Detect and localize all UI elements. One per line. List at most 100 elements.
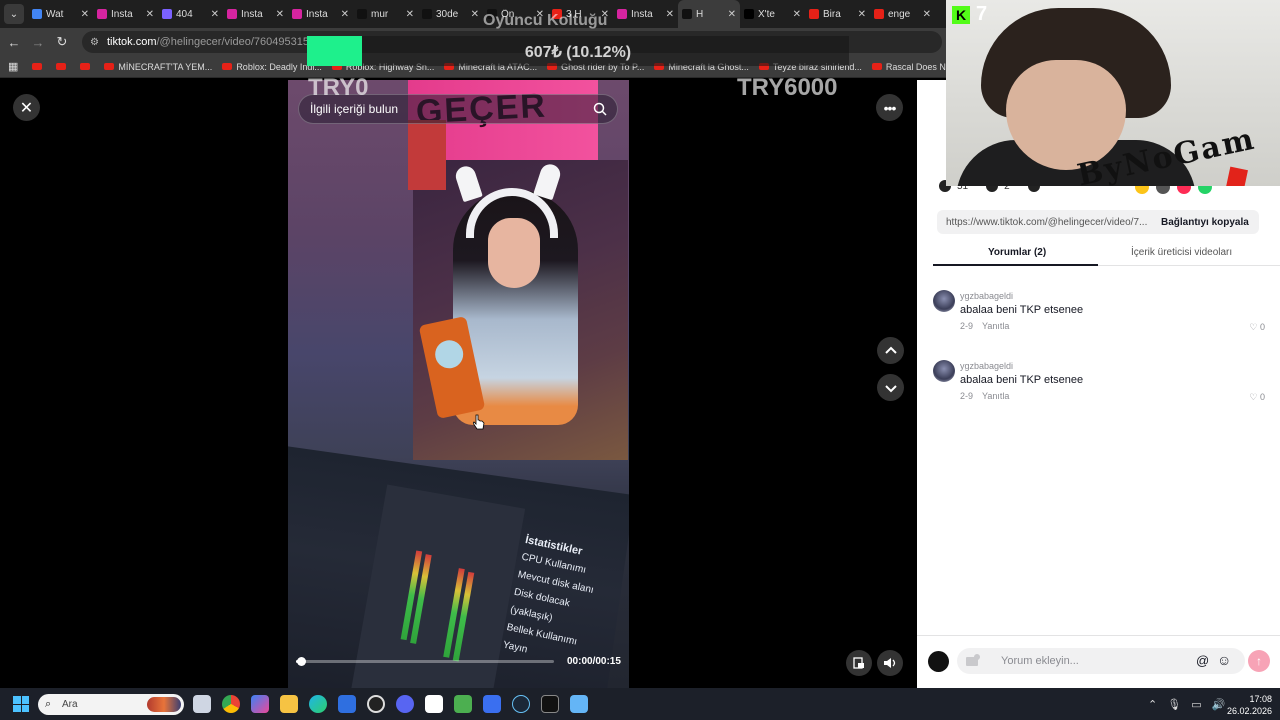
tab-close-icon[interactable]: ✕	[728, 9, 736, 20]
site-info-icon[interactable]: ⚙	[90, 37, 99, 48]
browser-tab[interactable]: 404 ✕	[158, 0, 223, 28]
youtube-icon	[32, 63, 43, 70]
copy-link-button[interactable]: Bağlantıyı kopyala	[1151, 217, 1249, 228]
steam-icon[interactable]	[512, 695, 530, 713]
tab-close-icon[interactable]: ✕	[793, 9, 801, 20]
network-icon[interactable]: ▭	[1191, 698, 1201, 711]
brand-accent	[1222, 166, 1248, 186]
tab-close-icon[interactable]: ✕	[858, 9, 866, 20]
tab-creator-videos[interactable]: İçerik üreticisi videoları	[1131, 247, 1232, 258]
capcut-icon[interactable]	[425, 695, 443, 713]
heart-outline-icon: ♡	[1249, 322, 1258, 332]
tab-favicon-icon	[744, 9, 754, 19]
video-player[interactable]: GEÇER İstatistikler CPU KullanımıMevcut …	[288, 80, 629, 688]
bookmark-item[interactable]	[32, 63, 46, 70]
tab-close-icon[interactable]: ✕	[276, 9, 284, 20]
emoji-icon[interactable]: ☺	[1217, 652, 1231, 668]
task-view-icon[interactable]	[193, 695, 211, 713]
tab-title: Insta	[306, 8, 328, 20]
reload-icon[interactable]: ↻	[52, 32, 72, 52]
tab-close-icon[interactable]: ✕	[81, 9, 89, 20]
minecraft-icon[interactable]	[454, 695, 472, 713]
edge-icon[interactable]	[309, 695, 327, 713]
tab-comments[interactable]: Yorumlar (2)	[988, 247, 1046, 258]
volume-icon[interactable]: 🔊	[1212, 698, 1226, 711]
browser-tab[interactable]: mur ✕	[353, 0, 418, 28]
microphone-icon[interactable]: 🎙	[1167, 698, 1181, 711]
tab-close-icon[interactable]: ✕	[146, 9, 154, 20]
comment-like-count: 0	[1259, 392, 1265, 402]
comment-username[interactable]: ygzbabageldi	[960, 291, 1013, 301]
tab-close-icon[interactable]: ✕	[341, 9, 349, 20]
chrome-icon[interactable]	[222, 695, 240, 713]
terminal-icon[interactable]	[541, 695, 559, 713]
video-progress-bar[interactable]	[296, 657, 554, 666]
tab-close-icon[interactable]: ✕	[923, 9, 931, 20]
tab-title: H	[696, 8, 704, 20]
screen: ⌄ Wat ✕ Insta ✕ 404 ✕ Insta ✕ Insta ✕ mur ✕ 30de ✕ Ön ✕…	[0, 0, 1280, 720]
avatar[interactable]	[933, 290, 955, 312]
browser-tab[interactable]: X'te ✕	[740, 0, 805, 28]
mouse-cursor-icon	[473, 414, 485, 430]
overlay-title: Oyuncu Koltuğu	[483, 12, 608, 29]
bookmark-item[interactable]	[80, 63, 94, 70]
chevron-up-icon[interactable]: ⌃	[1148, 698, 1157, 711]
next-video-button[interactable]	[877, 374, 904, 401]
obs-icon[interactable]	[367, 695, 385, 713]
reply-button[interactable]: Yanıtla	[982, 321, 1009, 331]
comment-item: ygzbabageldi abalaa beni TKP etsenee 2-9 Ya…	[933, 360, 1268, 416]
copilot-icon[interactable]	[251, 695, 269, 713]
more-options-icon[interactable]: •••	[876, 94, 903, 121]
browser-tab[interactable]: H ✕	[678, 0, 740, 28]
send-comment-button[interactable]: ↑	[1248, 650, 1270, 672]
settings-app-icon[interactable]	[570, 695, 588, 713]
image-icon[interactable]	[965, 654, 981, 668]
store-icon[interactable]	[338, 695, 356, 713]
comment-like-button[interactable]: ♡ 0	[1249, 322, 1265, 333]
browser-tab[interactable]: Insta ✕	[93, 0, 158, 28]
browser-tab[interactable]: 30de ✕	[418, 0, 483, 28]
avatar[interactable]	[933, 360, 955, 382]
browser-tab[interactable]: Insta ✕	[288, 0, 353, 28]
app-icon[interactable]	[483, 695, 501, 713]
tab-favicon-icon	[617, 9, 627, 19]
tab-search-button[interactable]: ⌄	[4, 4, 24, 24]
picture-in-picture-button[interactable]	[846, 650, 872, 676]
browser-tab[interactable]: Insta ✕	[223, 0, 288, 28]
taskbar: ⌕ Ara ⌃ 🎙 ▭ 🔊 17:08 26.02.2026	[0, 688, 1280, 720]
apps-grid-icon[interactable]: ▦	[8, 60, 18, 73]
youtube-icon	[104, 63, 115, 70]
tab-close-icon[interactable]: ✕	[406, 9, 414, 20]
search-icon[interactable]	[593, 102, 607, 116]
discord-icon[interactable]	[396, 695, 414, 713]
bookmark-item[interactable]	[56, 63, 70, 70]
taskbar-clock[interactable]: 17:08 26.02.2026	[1226, 693, 1272, 717]
previous-video-button[interactable]	[877, 337, 904, 364]
reply-button[interactable]: Yanıtla	[982, 391, 1009, 401]
browser-tab[interactable]: Insta ✕	[613, 0, 678, 28]
browser-tab[interactable]: Bira ✕	[805, 0, 870, 28]
file-explorer-icon[interactable]	[280, 695, 298, 713]
tab-close-icon[interactable]: ✕	[471, 9, 479, 20]
close-icon[interactable]: ✕	[13, 94, 40, 121]
comment-date: 2-9	[960, 321, 974, 331]
viewer-count: 7	[976, 3, 988, 25]
tab-title: 30de	[436, 8, 459, 20]
browser-tab[interactable]: Wat ✕	[28, 0, 93, 28]
mention-icon[interactable]: @	[1196, 653, 1209, 668]
donation-goal-label: 607₺ (10.12%)	[524, 44, 632, 61]
avatar[interactable]	[928, 651, 949, 672]
bookmark-item[interactable]: MİNECRAFT'TA YEM...	[104, 62, 212, 72]
volume-button[interactable]	[877, 650, 903, 676]
forward-arrow-icon[interactable]: →	[28, 32, 48, 52]
tab-close-icon[interactable]: ✕	[211, 9, 219, 20]
taskbar-search[interactable]: ⌕ Ara	[38, 694, 184, 715]
back-arrow-icon[interactable]: ←	[4, 32, 24, 52]
donation-goal-bar: 607₺ (10.12%)	[307, 36, 849, 66]
browser-tab[interactable]: enge ✕	[870, 0, 935, 28]
comment-like-button[interactable]: ♡ 0	[1249, 392, 1265, 403]
taskbar-search-placeholder: Ara	[62, 699, 78, 710]
tab-close-icon[interactable]: ✕	[666, 9, 674, 20]
windows-start-icon[interactable]	[13, 696, 29, 712]
comment-username[interactable]: ygzbabageldi	[960, 361, 1013, 371]
